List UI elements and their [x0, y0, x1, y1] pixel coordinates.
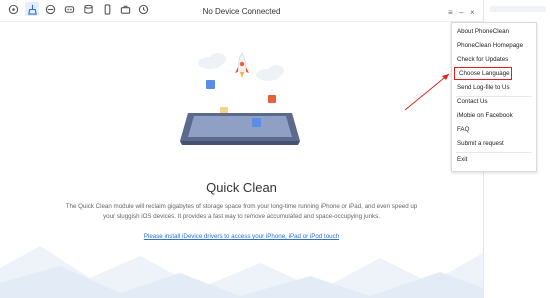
feature-description: The Quick Clean module will reclaim giga…	[65, 203, 418, 220]
blue-block-icon	[206, 80, 215, 89]
quick-clean-illustration	[180, 52, 300, 145]
toolbar-divider	[0, 21, 483, 22]
menu-item-send-log[interactable]: Send Log-file to Us	[452, 81, 536, 94]
orange-block-icon	[268, 95, 276, 103]
menu-item-check-updates[interactable]: Check for Updates	[452, 53, 536, 66]
cloud-left-icon	[198, 53, 226, 69]
rocket-icon	[235, 52, 249, 78]
cloud-right-icon	[256, 65, 284, 81]
tablet-icon	[180, 113, 300, 145]
menu-item-homepage[interactable]: PhoneClean Homepage	[452, 39, 536, 52]
window-title: No Device Connected	[202, 7, 281, 16]
menu-item-exit[interactable]: Exit	[452, 153, 536, 166]
minimize-icon: –	[459, 7, 464, 17]
menu-item-submit-request[interactable]: Submit a request	[452, 137, 536, 150]
close-icon: ×	[470, 7, 475, 17]
background-mountains	[0, 246, 483, 298]
minimize-button[interactable]: –	[459, 3, 463, 21]
background-bar	[490, 6, 546, 12]
menu-item-faq[interactable]: FAQ	[452, 123, 536, 136]
menu-item-contact[interactable]: Contact Us	[452, 95, 536, 108]
close-button[interactable]: ×	[470, 3, 475, 21]
menu-item-choose-language[interactable]: Choose Language	[454, 67, 512, 80]
menu-button[interactable]: ≡	[448, 3, 453, 21]
app-window: No Device Connected ≡ – × Quick Clean Th…	[0, 0, 484, 298]
hamburger-icon: ≡	[448, 7, 453, 17]
menu-item-facebook[interactable]: iMobie on Facebook	[452, 109, 536, 122]
page-title: Quick Clean	[206, 180, 277, 195]
settings-menu: About PhoneClean PhoneClean Homepage Che…	[451, 22, 537, 172]
menu-item-about[interactable]: About PhoneClean	[452, 25, 536, 38]
